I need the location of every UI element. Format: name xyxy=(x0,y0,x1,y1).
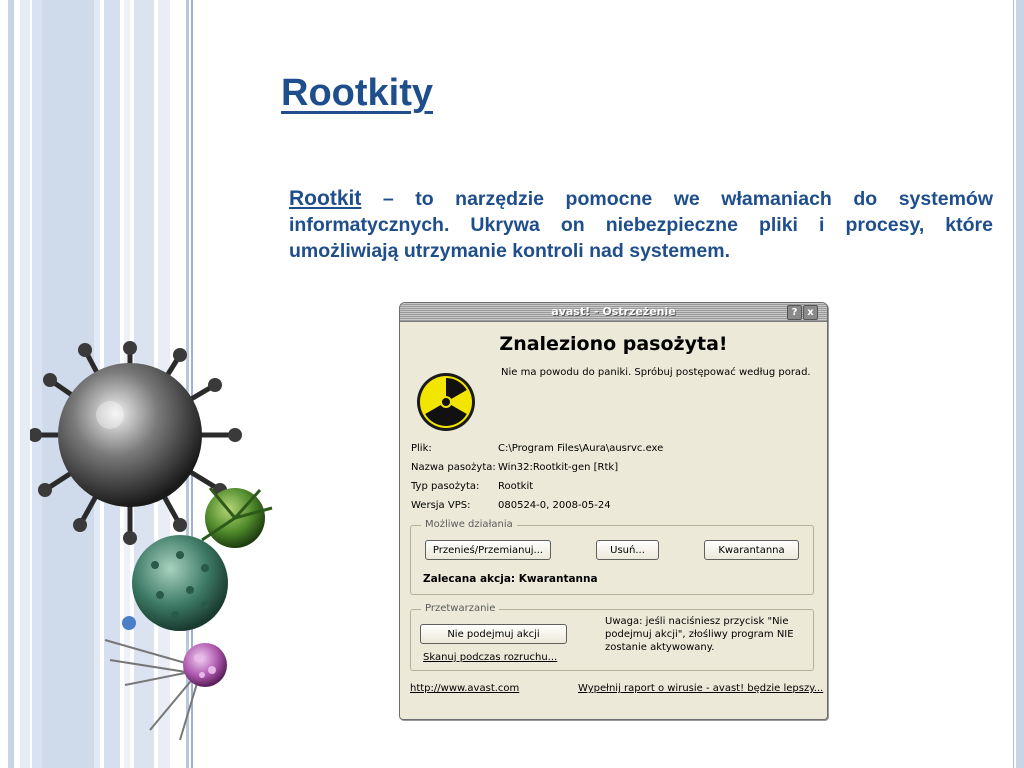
slide-title: Rootkity xyxy=(281,72,433,114)
definition-paragraph: Rootkit – to narzędzie pomocne we właman… xyxy=(289,186,993,264)
virus-illustration xyxy=(30,341,273,741)
delete-button[interactable]: Usuń... xyxy=(596,540,659,560)
help-button[interactable]: ? xyxy=(787,305,802,320)
avast-website-link[interactable]: http://www.avast.com xyxy=(410,683,519,694)
dialog-titlebar[interactable]: avast! - Ostrzeżenie ? x xyxy=(400,303,827,322)
move-rename-button[interactable]: Przenieś/Przemianuj... xyxy=(425,540,551,560)
bullet-dot xyxy=(122,616,136,630)
quarantine-button[interactable]: Kwarantanna xyxy=(704,540,799,560)
file-value: C:\Program Files\Aura\ausrvc.exe xyxy=(498,443,664,454)
dialog-heading: Znaleziono pasożyta! xyxy=(499,333,728,355)
parasite-type-value: Rootkit xyxy=(498,481,534,492)
recommended-action: Zalecana akcja: Kwarantanna xyxy=(423,573,598,585)
right-border xyxy=(1016,0,1024,768)
right-border-line xyxy=(1013,0,1014,768)
file-label: Plik: xyxy=(411,443,432,454)
definition-text: – to narzędzie pomocne we włamaniach do … xyxy=(289,188,993,262)
no-action-button[interactable]: Nie podejmuj akcji xyxy=(420,624,567,644)
warning-note: Uwaga: jeśli naciśniesz przycisk "Nie po… xyxy=(605,616,794,653)
dialog-subtitle: Nie ma powodu do paniki. Spróbuj postępo… xyxy=(501,367,811,378)
definition-term: Rootkit xyxy=(289,187,362,210)
virus-report-link[interactable]: Wypełnij raport o wirusie - avast! będzi… xyxy=(578,683,823,694)
parasite-name-value: Win32:Rootkit-gen [Rtk] xyxy=(498,462,619,473)
processing-legend: Przetwarzanie xyxy=(421,603,500,614)
parasite-name-label: Nazwa pasożyta: xyxy=(411,462,496,473)
vps-version-label: Wersja VPS: xyxy=(411,500,471,511)
parasite-type-label: Typ pasożyta: xyxy=(411,481,480,492)
close-button[interactable]: x xyxy=(803,305,818,320)
radiation-icon xyxy=(417,373,475,431)
possible-actions-group: Możliwe działania Przenieś/Przemianuj...… xyxy=(410,519,814,595)
scan-at-boot-link[interactable]: Skanuj podczas rozruchu... xyxy=(423,652,557,663)
dialog-title: avast! - Ostrzeżenie xyxy=(551,305,676,318)
avast-warning-dialog: avast! - Ostrzeżenie ? x Znaleziono paso… xyxy=(399,302,828,720)
vps-version-value: 080524-0, 2008-05-24 xyxy=(498,500,611,511)
possible-actions-legend: Możliwe działania xyxy=(421,519,517,530)
